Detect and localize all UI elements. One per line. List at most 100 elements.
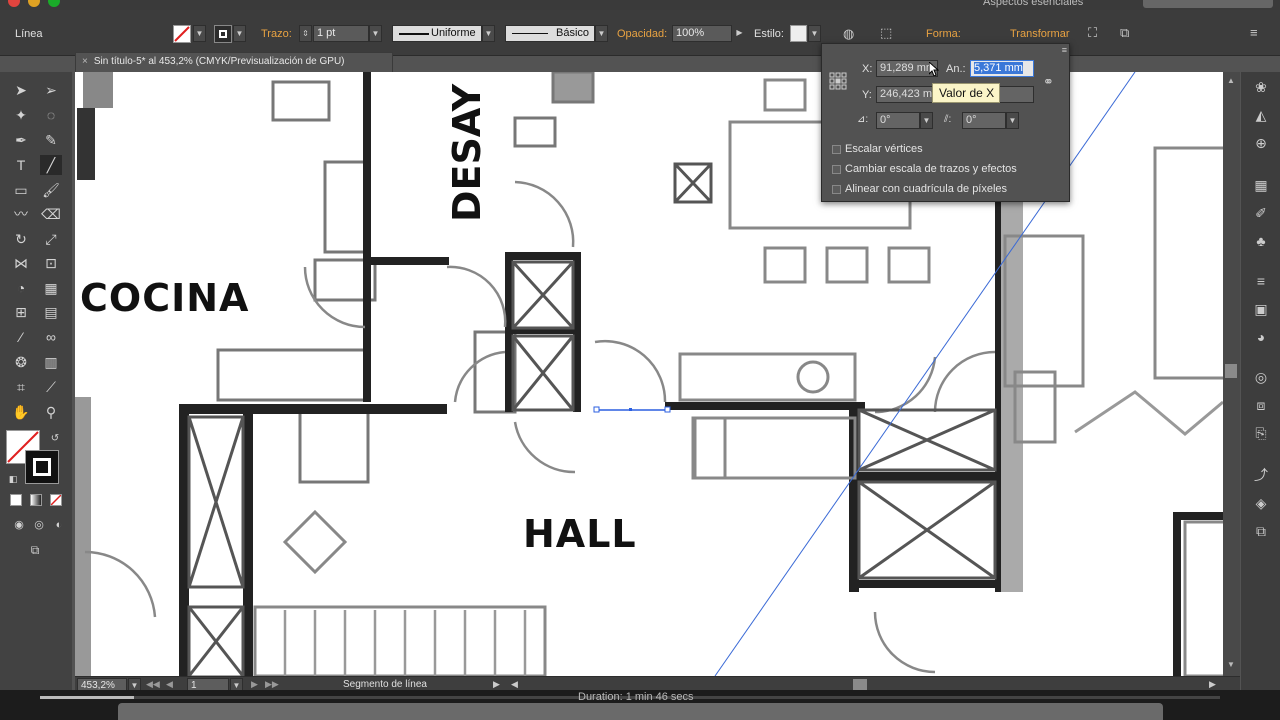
artboard-tool-icon[interactable]: ⌗ (10, 377, 32, 397)
maximize-window-button[interactable] (48, 0, 60, 7)
symbols-icon[interactable]: ♣ (1252, 232, 1270, 250)
appearance-icon[interactable]: ◎ (1252, 368, 1270, 386)
navigator-icon[interactable]: ⊕ (1252, 134, 1270, 152)
type-tool-icon[interactable]: T (10, 155, 32, 175)
last-artboard-icon[interactable]: ▶▶ (265, 679, 279, 690)
color-guide-icon[interactable]: ❀ (1252, 78, 1270, 96)
transform-label[interactable]: Transformar (1010, 28, 1070, 40)
scroll-right-icon[interactable]: ▶ (1209, 679, 1216, 690)
close-window-button[interactable] (8, 0, 20, 7)
shaper-tool-icon[interactable]: 〰 (10, 204, 32, 224)
opacity-input[interactable]: 100% (672, 25, 732, 42)
vertical-scrollbar[interactable]: ▲ ▼ (1223, 72, 1240, 676)
next-artboard-icon[interactable]: ▶ (251, 679, 258, 690)
scroll-up-icon[interactable]: ▲ (1225, 76, 1237, 88)
fill-dropdown[interactable]: ▼ (193, 25, 206, 42)
brush-dropdown[interactable]: ▼ (595, 25, 608, 42)
direct-selection-tool-icon[interactable]: ➢ (40, 80, 62, 100)
rotate-tool-icon[interactable]: ↻ (10, 229, 32, 249)
color-mode-button[interactable] (10, 494, 22, 506)
constrain-proportions-icon[interactable]: ⚭ (1043, 74, 1054, 90)
graphic-style-swatch[interactable] (790, 25, 807, 42)
transparency-icon[interactable]: ◕ (1252, 328, 1270, 346)
angle-input[interactable]: 0° (876, 112, 920, 129)
align-pixel-grid-checkbox[interactable] (832, 185, 841, 194)
lasso-tool-icon[interactable]: ◌ (40, 105, 62, 125)
draw-inside-icon[interactable]: ◐ (48, 515, 70, 535)
gradient-tool-icon[interactable]: ▤ (40, 302, 62, 322)
angle-dropdown[interactable]: ▼ (920, 112, 933, 129)
column-graph-tool-icon[interactable]: ▥ (40, 352, 62, 372)
scale-strokes-checkbox[interactable] (832, 165, 841, 174)
scale-corners-checkbox[interactable] (832, 145, 841, 154)
reference-point-icon[interactable] (829, 72, 847, 90)
recolor-icon[interactable]: ◍ (843, 26, 854, 42)
document-tab[interactable]: × Sin título-5* al 453,2% (CMYK/Previsual… (75, 52, 393, 72)
draw-behind-icon[interactable]: ◎ (28, 515, 50, 535)
selection-tool-icon[interactable]: ➤ (10, 80, 32, 100)
export-icon[interactable]: ⤴ (1252, 466, 1270, 484)
libraries-icon[interactable]: ⎘ (1252, 424, 1270, 442)
width-input[interactable]: 5,371 mm (970, 60, 1034, 77)
width-tool-icon[interactable]: ⋈ (10, 253, 32, 273)
isolate-icon[interactable]: ⛶ (1088, 25, 1097, 41)
graphic-styles-icon[interactable]: ⧈ (1252, 396, 1270, 414)
close-tab-icon[interactable]: × (82, 56, 88, 67)
first-artboard-icon[interactable]: ◀◀ (146, 679, 160, 690)
gradient-panel-icon[interactable]: ▣ (1252, 300, 1270, 318)
prev-artboard-icon[interactable]: ◀ (166, 679, 173, 690)
swap-fill-stroke-icon[interactable]: ↺ (44, 429, 66, 449)
stroke-swatch[interactable] (214, 25, 232, 43)
rectangle-tool-icon[interactable]: ▭ (10, 180, 32, 200)
stroke-label[interactable]: Trazo: (261, 28, 292, 40)
stroke-panel-icon[interactable]: ≡ (1252, 272, 1270, 290)
free-transform-tool-icon[interactable]: ⊡ (40, 253, 62, 273)
profile-dropdown[interactable]: ▼ (482, 25, 495, 42)
mesh-tool-icon[interactable]: ⊞ (10, 302, 32, 322)
vertical-scroll-thumb[interactable] (1225, 364, 1237, 378)
opacity-label[interactable]: Opacidad: (617, 28, 667, 40)
default-colors-icon[interactable]: ◧ (2, 469, 24, 489)
blend-tool-icon[interactable]: ∞ (40, 327, 62, 347)
line-segment-tool-icon[interactable]: ╱ (40, 155, 62, 175)
workspace-switcher[interactable]: Aspectos esenciales (983, 0, 1083, 8)
artboards-icon[interactable]: ⧉ (1252, 522, 1270, 540)
eyedropper-tool-icon[interactable]: ⁄ (10, 327, 32, 347)
paintbrush-tool-icon[interactable]: 🖌 (40, 180, 62, 200)
panel-menu-icon[interactable]: ≡ (1062, 45, 1067, 55)
document-info-icon[interactable]: ◭ (1252, 106, 1270, 124)
scale-tool-icon[interactable]: ⤢ (40, 229, 62, 249)
stroke-weight-stepper[interactable]: ⇕ (299, 25, 312, 42)
fill-swatch[interactable] (173, 25, 191, 43)
swatches-icon[interactable]: ▦ (1252, 176, 1270, 194)
shape-builder-tool-icon[interactable]: ◔ (10, 278, 32, 298)
variable-width-profile[interactable]: Uniforme (392, 25, 482, 42)
scroll-left-icon[interactable]: ◀ (511, 679, 518, 690)
pen-tool-icon[interactable]: ✒ (10, 130, 32, 150)
panel-menu-icon[interactable]: ≡ (1250, 25, 1258, 40)
stroke-color-box[interactable] (25, 450, 59, 484)
hand-tool-icon[interactable]: ✋ (10, 402, 32, 422)
brushes-icon[interactable]: ✐ (1252, 204, 1270, 222)
opacity-arrow[interactable]: ▶ (733, 25, 746, 42)
stroke-weight-input[interactable]: 1 pt (313, 25, 369, 42)
arrange-icon[interactable]: ⧉ (1120, 25, 1129, 41)
shear-dropdown[interactable]: ▼ (1006, 112, 1019, 129)
stroke-weight-dropdown[interactable]: ▼ (369, 25, 382, 42)
scroll-down-icon[interactable]: ▼ (1225, 660, 1237, 672)
stroke-dropdown[interactable]: ▼ (233, 25, 246, 42)
symbol-sprayer-tool-icon[interactable]: ❂ (10, 352, 32, 372)
none-mode-button[interactable] (50, 494, 62, 506)
eraser-tool-icon[interactable]: ⌫ (40, 204, 62, 224)
style-dropdown[interactable]: ▼ (808, 25, 821, 42)
curvature-tool-icon[interactable]: ✎ (40, 130, 62, 150)
perspective-grid-tool-icon[interactable]: ▦ (40, 278, 62, 298)
align-icon[interactable]: ⬚ (880, 25, 892, 41)
draw-normal-icon[interactable]: ◉ (8, 515, 30, 535)
gradient-mode-button[interactable] (30, 494, 42, 506)
search-field[interactable] (1143, 0, 1273, 8)
slice-tool-icon[interactable]: ⟋ (40, 377, 62, 397)
y-input[interactable]: 246,423 mm (876, 86, 938, 103)
zoom-tool-icon[interactable]: ⚲ (40, 402, 62, 422)
magic-wand-tool-icon[interactable]: ✦ (10, 105, 32, 125)
